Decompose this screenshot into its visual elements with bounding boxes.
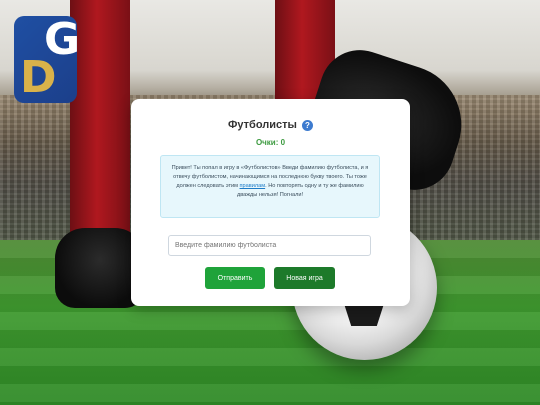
game-card: Футболисты ? Очки: 0 Привет! Ты попал в … [131, 99, 410, 306]
player-surname-input[interactable] [168, 235, 371, 256]
instructions-box: Привет! Ты попал в игру в «Футболистов» … [160, 155, 380, 218]
game-title: Футболисты [228, 119, 297, 131]
help-icon[interactable]: ? [301, 119, 313, 131]
player-leg-left [70, 0, 130, 250]
title-row: Футболисты ? [131, 119, 410, 131]
logo-letter-d: D [20, 52, 57, 103]
send-button[interactable]: Отправить [205, 267, 265, 289]
score-label: Очки: 0 [255, 138, 286, 147]
rules-link[interactable]: правилам [240, 183, 266, 189]
new-game-button[interactable]: Новая игра [274, 267, 335, 289]
site-logo[interactable]: G D [14, 16, 77, 103]
